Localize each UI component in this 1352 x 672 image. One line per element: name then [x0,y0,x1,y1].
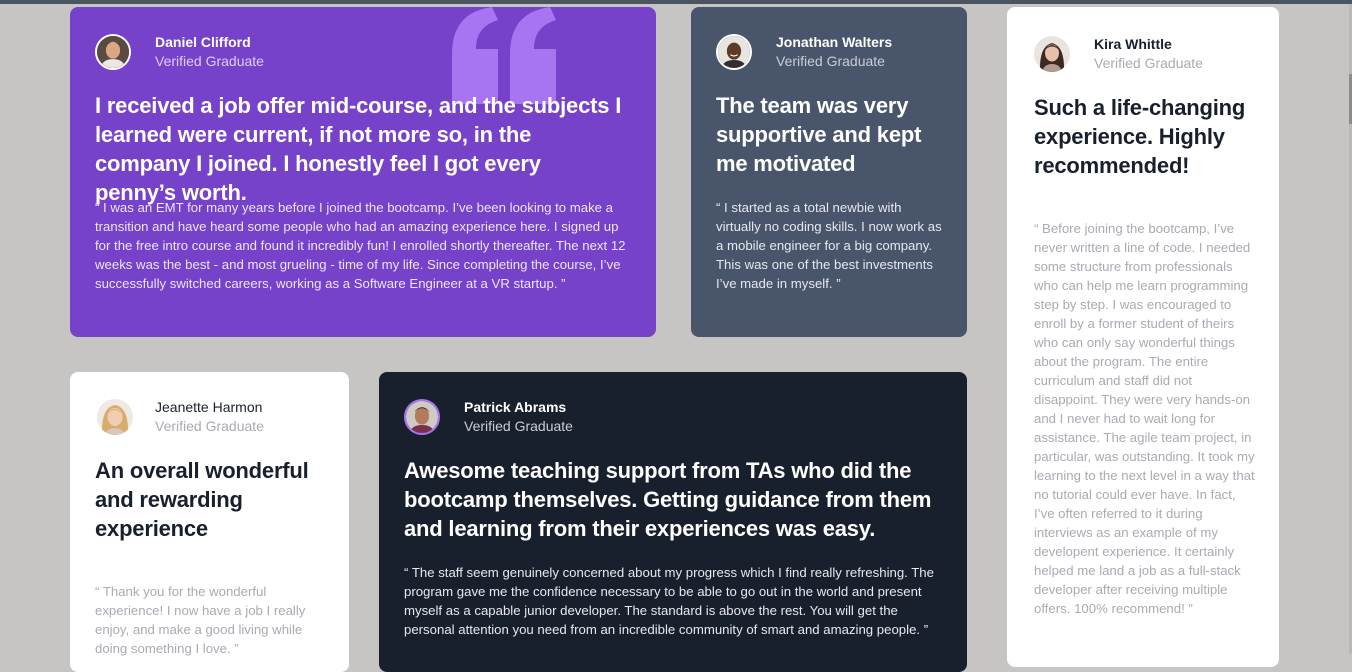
testimonial-card-jonathan: Jonathan Walters Verified Graduate The t… [691,7,967,337]
testimonial-headline: Awesome teaching support from TAs who di… [404,458,932,541]
man-purple-ring-avatar [404,399,440,435]
testimonial-quote: “ Thank you for the wonderful experience… [95,584,306,656]
testimonial-header: Patrick Abrams Verified Graduate [404,398,573,436]
testimonial-name: Jonathan Walters [776,34,893,50]
testimonial-card-daniel: Daniel Clifford Verified Graduate I rece… [70,7,656,337]
testimonial-header: Jonathan Walters Verified Graduate [716,33,892,71]
verified-graduate-label: Verified Graduate [776,53,885,69]
testimonial-header: Jeanette Harmon Verified Graduate [97,398,264,436]
verified-graduate-label: Verified Graduate [1094,55,1203,71]
testimonial-quote: “ I started as a total newbie with virtu… [716,200,942,291]
testimonial-quote: “ I was an EMT for many years before I j… [95,200,626,291]
testimonial-quote: “ The staff seem genuinely concerned abo… [404,565,934,637]
testimonial-headline: Such a life-changing experience. Highly … [1034,95,1246,178]
testimonial-headline: An overall wonderful and rewarding exper… [95,458,309,541]
verified-graduate-label: Verified Graduate [155,53,264,69]
testimonial-name: Daniel Clifford [155,34,251,50]
testimonial-header: Daniel Clifford Verified Graduate [95,33,264,71]
man-portrait-avatar [95,34,131,70]
testimonial-card-kira: Kira Whittle Verified Graduate Such a li… [1007,7,1279,667]
testimonial-name: Jeanette Harmon [155,399,263,415]
quotation-mark-icon [452,7,556,104]
testimonial-headline: I received a job offer mid-course, and t… [95,93,622,205]
verified-graduate-label: Verified Graduate [464,418,573,434]
testimonial-quote: “ Before joining the bootcamp, I’ve neve… [1034,221,1255,616]
browser-top-edge [0,0,1352,4]
testimonial-headline: The team was very supportive and kept me… [716,93,922,176]
blonde-woman-avatar [97,399,133,435]
testimonial-name: Kira Whittle [1094,36,1172,52]
verified-graduate-label: Verified Graduate [155,418,264,434]
smiling-man-avatar [716,34,752,70]
testimonial-card-jeanette: Jeanette Harmon Verified Graduate An ove… [70,372,349,672]
testimonial-name: Patrick Abrams [464,399,567,415]
testimonial-header: Kira Whittle Verified Graduate [1034,35,1203,73]
woman-dark-hair-avatar [1034,36,1070,72]
testimonial-card-patrick: Patrick Abrams Verified Graduate Awesome… [379,372,967,672]
